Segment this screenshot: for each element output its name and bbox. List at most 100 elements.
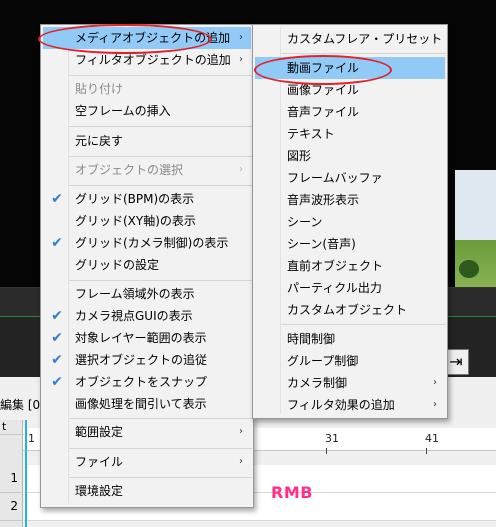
checkmark-icon: ✔ [51, 308, 63, 324]
checkmark-icon: ✔ [51, 235, 63, 251]
menu-item-grid-camera[interactable]: ✔ グリッド(カメラ制御)の表示 [43, 232, 251, 254]
menu-item-camera-gui[interactable]: ✔ カメラ視点GUIの表示 [43, 305, 251, 327]
menu-separator [69, 418, 252, 419]
menu-item-label: グループ制御 [287, 354, 359, 368]
menu-item-label: グリッドの設定 [75, 258, 160, 272]
submenu-item-video-file[interactable]: 動画ファイル [255, 57, 445, 79]
menu-item-label: フレーム領域外の表示 [75, 287, 195, 301]
menu-item-label: カスタムオブジェクト [287, 303, 408, 317]
menu-item-label: オブジェクトをスナップ [75, 375, 208, 389]
submenu-arrow-icon: › [433, 377, 437, 388]
submenu-arrow-icon: › [433, 399, 437, 410]
menu-item-label: 画像ファイル [287, 83, 360, 97]
ruler-mark: 31 [325, 432, 339, 445]
menu-item-label: 環境設定 [75, 484, 124, 498]
rmb-annotation: RMB [271, 483, 313, 502]
playhead[interactable] [25, 420, 27, 527]
menu-item-label: オブジェクトの選択 [75, 163, 184, 177]
menu-item-snap-object[interactable]: ✔ オブジェクトをスナップ [43, 371, 251, 393]
menu-item-grid-settings[interactable]: グリッドの設定 [43, 254, 251, 276]
menu-item-label: メディアオブジェクトの追加 [75, 31, 231, 45]
menu-item-grid-bpm[interactable]: ✔ グリッド(BPM)の表示 [43, 188, 251, 210]
menu-item-label: テキスト [287, 127, 335, 141]
submenu-item-custom-flare-preset[interactable]: カスタムフレア・プリセット › [255, 28, 445, 50]
menu-item-outside-frame[interactable]: フレーム領域外の表示 [43, 283, 251, 305]
menu-item-label: シーン [287, 215, 323, 229]
menu-item-label: 音声ファイル [287, 105, 360, 119]
submenu-item-group-control[interactable]: グループ制御 [255, 350, 445, 372]
menu-item-label: 動画ファイル [287, 61, 360, 75]
menu-item-add-media-object[interactable]: メディアオブジェクトの追加 › [43, 27, 251, 49]
menu-item-insert-empty-frame[interactable]: 空フレームの挿入 [43, 100, 251, 122]
submenu-item-shape[interactable]: 図形 [255, 145, 445, 167]
menu-item-label: 画像処理を間引いて表示 [75, 397, 207, 411]
menu-item-label: グリッド(BPM)の表示 [75, 192, 195, 206]
checkmark-icon: ✔ [51, 374, 63, 390]
menu-item-label: 範囲設定 [75, 425, 124, 439]
submenu-item-audio-waveform[interactable]: 音声波形表示 [255, 189, 445, 211]
menu-item-add-filter-object[interactable]: フィルタオブジェクトの追加 › [43, 49, 251, 71]
menu-item-label: 空フレームの挿入 [75, 104, 171, 118]
submenu-arrow-icon: › [433, 33, 437, 44]
menu-separator [69, 185, 252, 186]
menu-separator [281, 53, 446, 54]
menu-item-label: カメラ制御 [287, 376, 348, 390]
menu-item-layer-range[interactable]: ✔ 対象レイヤー範囲の表示 [43, 327, 251, 349]
submenu-item-custom-object[interactable]: カスタムオブジェクト [255, 299, 445, 321]
submenu-item-particle-output[interactable]: パーティクル出力 [255, 277, 445, 299]
submenu-item-scene-audio[interactable]: シーン(音声) [255, 233, 445, 255]
menu-item-label: シーン(音声) [287, 237, 356, 251]
submenu-item-time-control[interactable]: 時間制御 [255, 328, 445, 350]
menu-item-preferences[interactable]: 環境設定 [43, 480, 251, 502]
ruler-tick [426, 448, 427, 454]
menu-item-grid-xy[interactable]: グリッド(XY軸)の表示 [43, 210, 251, 232]
ruler-mark: 41 [425, 432, 439, 445]
menu-item-label: カメラ視点GUIの表示 [75, 309, 193, 323]
submenu-arrow-icon: › [239, 164, 243, 175]
layer-label[interactable]: 2 [0, 493, 22, 521]
menu-item-label: パーティクル出力 [287, 281, 382, 295]
submenu-arrow-icon: › [239, 32, 243, 43]
menu-item-undo[interactable]: 元に戻す [43, 130, 251, 152]
menu-separator [69, 477, 252, 478]
menu-item-label: 図形 [287, 149, 312, 163]
submenu-item-image-file[interactable]: 画像ファイル [255, 79, 445, 101]
menu-item-select-object[interactable]: オブジェクトの選択 › [43, 159, 251, 181]
checkmark-icon: ✔ [51, 191, 63, 207]
menu-item-label: 選択オブジェクトの追従 [75, 353, 208, 367]
menu-separator [69, 126, 252, 127]
ruler-tick [326, 448, 327, 454]
submenu-arrow-icon: › [239, 54, 243, 65]
submenu-item-frame-buffer[interactable]: フレームバッファ [255, 167, 445, 189]
menu-item-label: カスタムフレア・プリセット [287, 32, 443, 46]
context-menu: メディアオブジェクトの追加 › フィルタオブジェクトの追加 › 貼り付け 空フレ… [40, 24, 254, 508]
menu-item-follow-selection[interactable]: ✔ 選択オブジェクトの追従 [43, 349, 251, 371]
menu-item-label: フィルタオブジェクトの追加 [75, 53, 231, 67]
checkmark-icon: ✔ [51, 330, 63, 346]
menu-separator [69, 75, 252, 76]
menu-item-range-settings[interactable]: 範囲設定 › [43, 421, 251, 443]
menu-item-label: 直前オブジェクト [287, 259, 384, 273]
menu-item-label: 元に戻す [75, 134, 124, 148]
submenu-item-audio-file[interactable]: 音声ファイル [255, 101, 445, 123]
submenu-item-camera-control[interactable]: カメラ制御 › [255, 372, 445, 394]
submenu-item-scene[interactable]: シーン [255, 211, 445, 233]
menu-separator [69, 448, 252, 449]
submenu-item-previous-object[interactable]: 直前オブジェクト [255, 255, 445, 277]
menu-item-thin-processing[interactable]: 画像処理を間引いて表示 [43, 393, 251, 415]
menu-item-label: グリッド(XY軸)の表示 [75, 214, 196, 228]
submenu-item-add-filter-effect[interactable]: フィルタ効果の追加 › [255, 394, 445, 416]
menu-item-label: 対象レイヤー範囲の表示 [75, 331, 207, 345]
menu-item-paste[interactable]: 貼り付け [43, 78, 251, 100]
submenu-arrow-icon: › [239, 456, 243, 467]
menu-item-label: フィルタ効果の追加 [287, 398, 395, 412]
menu-item-label: フレームバッファ [287, 171, 383, 185]
submenu-item-text[interactable]: テキスト [255, 123, 445, 145]
preview-sky [455, 170, 496, 240]
menu-item-label: グリッド(カメラ制御)の表示 [75, 236, 229, 250]
menu-separator [69, 280, 252, 281]
preview-foliage [459, 260, 479, 278]
layer-label[interactable]: 1 [0, 465, 22, 493]
media-object-submenu: カスタムフレア・プリセット › 動画ファイル 画像ファイル 音声ファイル テキス… [252, 24, 448, 419]
menu-item-file[interactable]: ファイル › [43, 451, 251, 473]
